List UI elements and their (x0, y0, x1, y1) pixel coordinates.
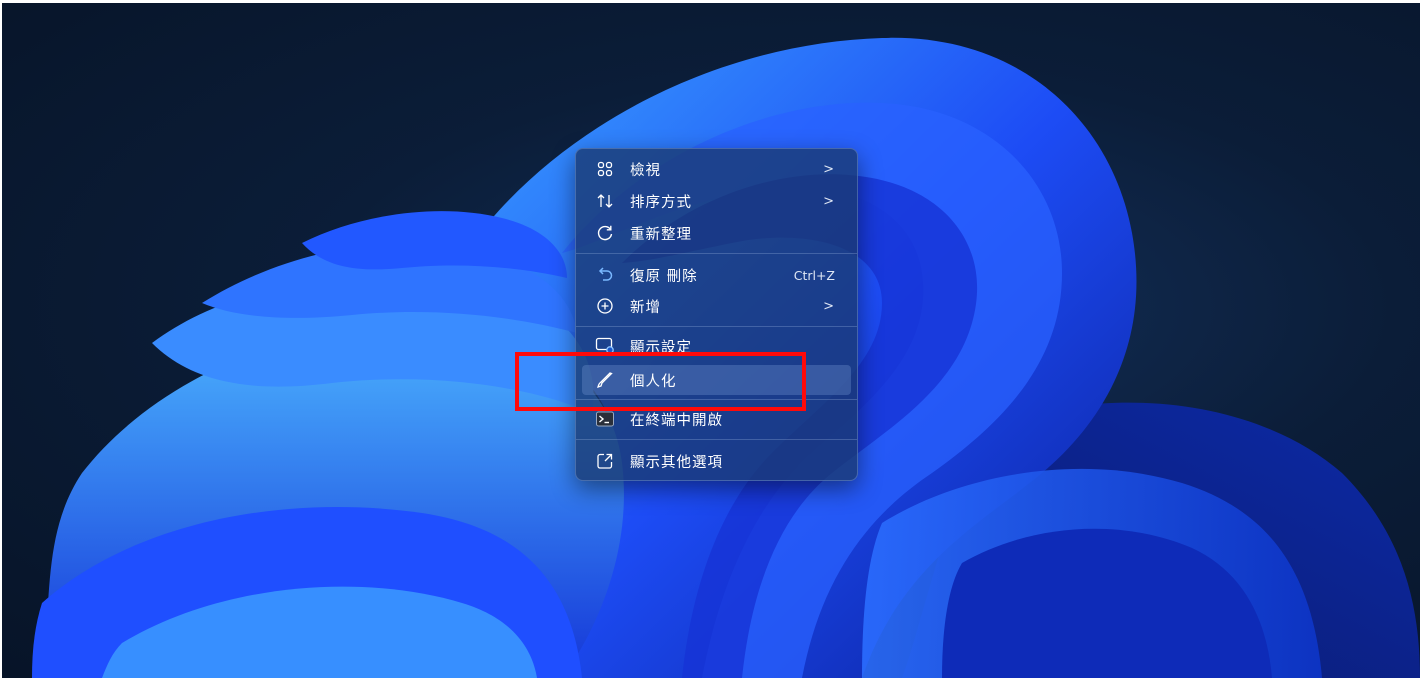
sort-icon (594, 190, 616, 212)
desktop[interactable]: 檢視 > 排序方式 > 重新整理 復原 刪除 Ctrl+Z 新增 > 顯示設定 … (2, 3, 1420, 678)
red-highlight-annotation (515, 352, 806, 411)
menu-item-sort[interactable]: 排序方式 > (582, 186, 851, 216)
menu-item-view[interactable]: 檢視 > (582, 154, 851, 184)
chevron-right-icon: > (823, 161, 835, 177)
refresh-icon (594, 222, 616, 244)
menu-item-label: 顯示其他選項 (630, 454, 723, 471)
chevron-right-icon: > (823, 193, 835, 209)
menu-separator (576, 439, 857, 440)
menu-separator (576, 253, 857, 254)
menu-item-label: 在終端中開啟 (630, 412, 723, 429)
menu-item-label: 復原 刪除 (630, 268, 698, 285)
menu-item-label: 重新整理 (630, 226, 692, 243)
shortcut-label: Ctrl+Z (793, 267, 835, 283)
menu-separator (576, 326, 857, 327)
menu-item-show-more-options[interactable]: 顯示其他選項 (582, 446, 851, 476)
menu-item-label: 新增 (630, 299, 661, 316)
menu-item-label: 檢視 (630, 162, 661, 179)
terminal-icon (594, 408, 616, 430)
menu-item-label: 排序方式 (630, 194, 692, 211)
context-menu: 檢視 > 排序方式 > 重新整理 復原 刪除 Ctrl+Z 新增 > 顯示設定 … (575, 148, 858, 481)
menu-item-new[interactable]: 新增 > (582, 291, 851, 321)
menu-item-refresh[interactable]: 重新整理 (582, 218, 851, 248)
chevron-right-icon: > (823, 298, 835, 314)
undo-icon (594, 264, 616, 286)
more-options-icon (594, 450, 616, 472)
menu-item-undo-delete[interactable]: 復原 刪除 Ctrl+Z (582, 260, 851, 290)
view-grid-icon (594, 158, 616, 180)
add-circle-icon (594, 295, 616, 317)
